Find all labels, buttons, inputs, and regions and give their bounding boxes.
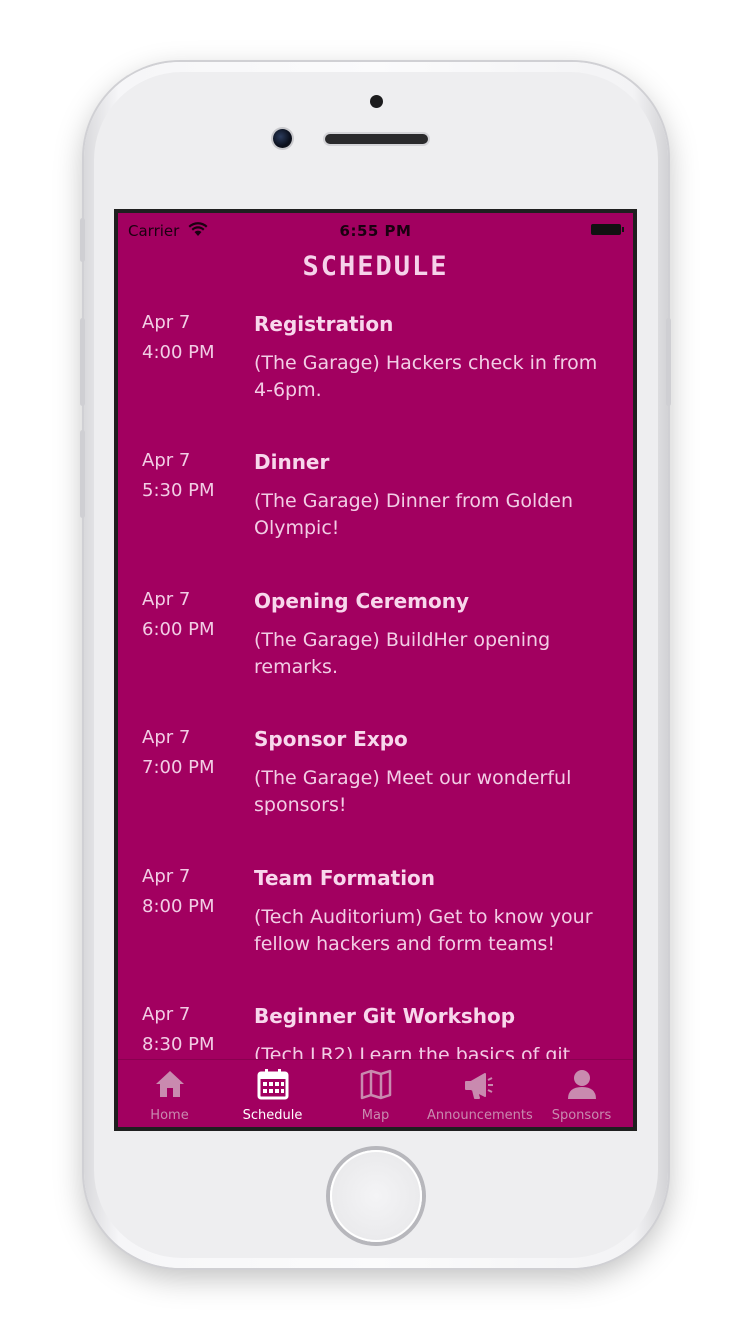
tab-label: Home — [150, 1108, 189, 1123]
event-date: Apr 7 — [142, 727, 191, 748]
event-date: Apr 7 — [142, 450, 191, 471]
tab-label: Sponsors — [551, 1108, 612, 1123]
event-title: Beginner Git Workshop — [254, 1004, 516, 1028]
front-camera — [273, 129, 292, 148]
event-time: 4:00 PM — [142, 342, 215, 363]
event-title: Registration — [254, 312, 394, 336]
schedule-list[interactable]: Apr 7 4:00 PM Registration (The Garage) … — [118, 301, 633, 1059]
power-button — [666, 318, 671, 406]
megaphone-icon — [463, 1068, 495, 1100]
tab-sponsors[interactable]: Sponsors — [530, 1060, 633, 1127]
calendar-icon — [257, 1068, 289, 1100]
tab-schedule[interactable]: Schedule — [221, 1060, 324, 1127]
event-description: (Tech LR2) Learn the basics of git — [254, 1044, 571, 1059]
schedule-item[interactable]: Apr 7 8:30 PM Beginner Git Workshop (Tec… — [118, 1004, 633, 1059]
event-description: (The Garage) BuildHer opening remarks. — [254, 629, 551, 678]
person-icon — [566, 1068, 598, 1100]
tab-label: Schedule — [242, 1108, 303, 1123]
event-title: Team Formation — [254, 866, 436, 890]
event-time: 8:00 PM — [142, 896, 215, 917]
event-time: 5:30 PM — [142, 480, 215, 501]
status-bar: Carrier 6:55 PM — [118, 213, 633, 249]
volume-up-button — [80, 318, 85, 406]
map-icon — [360, 1068, 392, 1100]
event-date: Apr 7 — [142, 866, 191, 887]
proximity-sensor — [370, 95, 383, 108]
schedule-item[interactable]: Apr 7 8:00 PM Team Formation (Tech Audit… — [118, 866, 633, 1004]
volume-down-button — [80, 430, 85, 518]
battery-icon — [591, 224, 624, 235]
silent-switch — [80, 218, 85, 262]
event-title: Sponsor Expo — [254, 727, 408, 751]
page-title: SCHEDULE — [302, 251, 449, 282]
home-icon — [154, 1068, 186, 1100]
event-description: (The Garage) Meet our wonderful sponsors… — [254, 767, 572, 816]
event-description: (The Garage) Hackers check in from 4-6pm… — [254, 352, 598, 401]
home-button[interactable] — [330, 1150, 422, 1242]
tab-home[interactable]: Home — [118, 1060, 221, 1127]
tab-bar: Home Schedule Map Announcements Sponsors — [118, 1059, 633, 1127]
screen: Carrier 6:55 PM SCHEDULE Apr 7 4:00 PM R… — [114, 209, 637, 1131]
event-time: 7:00 PM — [142, 757, 215, 778]
status-time: 6:55 PM — [339, 222, 412, 240]
event-time: 8:30 PM — [142, 1034, 215, 1055]
schedule-item[interactable]: Apr 7 5:30 PM Dinner (The Garage) Dinner… — [118, 450, 633, 588]
event-date: Apr 7 — [142, 312, 191, 333]
event-description: (Tech Auditorium) Get to know your fello… — [254, 906, 593, 955]
schedule-item[interactable]: Apr 7 7:00 PM Sponsor Expo (The Garage) … — [118, 727, 633, 865]
schedule-item[interactable]: Apr 7 4:00 PM Registration (The Garage) … — [118, 312, 633, 450]
tab-announcements[interactable]: Announcements — [427, 1060, 533, 1127]
app-display: Carrier 6:55 PM SCHEDULE Apr 7 4:00 PM R… — [118, 213, 633, 1127]
tab-label: Map — [361, 1108, 390, 1123]
event-description: (The Garage) Dinner from Golden Olympic! — [254, 490, 574, 539]
event-time: 6:00 PM — [142, 619, 215, 640]
tab-map[interactable]: Map — [324, 1060, 427, 1127]
earpiece-speaker — [325, 134, 428, 144]
event-title: Opening Ceremony — [254, 589, 470, 613]
event-date: Apr 7 — [142, 589, 191, 610]
event-title: Dinner — [254, 450, 330, 474]
event-date: Apr 7 — [142, 1004, 191, 1025]
schedule-item[interactable]: Apr 7 6:00 PM Opening Ceremony (The Gara… — [118, 589, 633, 727]
tab-label: Announcements — [427, 1108, 533, 1123]
